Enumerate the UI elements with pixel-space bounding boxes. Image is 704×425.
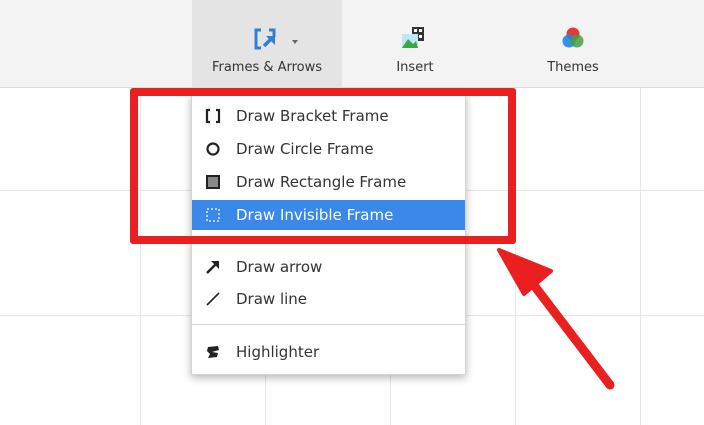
annotation-arrow-icon	[497, 248, 615, 390]
